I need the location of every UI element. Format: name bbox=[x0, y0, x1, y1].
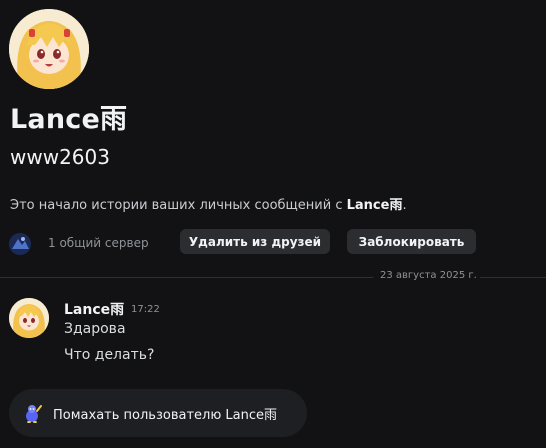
profile-display-name: Lance雨 bbox=[10, 104, 128, 135]
message-line: Что делать? bbox=[64, 347, 155, 363]
dm-intro-prefix: Это начало истории ваших личных сообщени… bbox=[10, 198, 347, 213]
profile-username: www2603 bbox=[10, 145, 110, 169]
dm-intro-name: Lance雨 bbox=[346, 198, 403, 213]
wave-button[interactable]: Помахать пользователю Lance雨 bbox=[9, 389, 307, 437]
wave-button-label: Помахать пользователю Lance雨 bbox=[53, 407, 277, 423]
message-author[interactable]: Lance雨 bbox=[64, 299, 124, 319]
date-divider-label: 23 августа 2025 г. bbox=[380, 270, 477, 281]
message-avatar[interactable] bbox=[9, 298, 49, 338]
profile-avatar[interactable] bbox=[9, 9, 89, 89]
date-divider-left bbox=[0, 277, 373, 278]
dm-intro-text: Это начало истории ваших личных сообщени… bbox=[10, 194, 407, 213]
date-divider-right bbox=[480, 277, 546, 278]
avatar-image bbox=[9, 298, 49, 338]
wave-wumpus-icon bbox=[26, 405, 42, 423]
mutual-server-icon[interactable] bbox=[9, 233, 31, 255]
avatar-image bbox=[9, 9, 89, 89]
dm-intro-suffix: . bbox=[402, 198, 407, 213]
message-timestamp: 17:22 bbox=[131, 304, 160, 315]
block-button[interactable]: Заблокировать bbox=[347, 229, 476, 254]
message-line: Здарова bbox=[64, 321, 126, 337]
mutual-servers-link[interactable]: 1 общий сервер bbox=[48, 236, 149, 250]
remove-friend-button[interactable]: Удалить из друзей bbox=[180, 229, 330, 254]
